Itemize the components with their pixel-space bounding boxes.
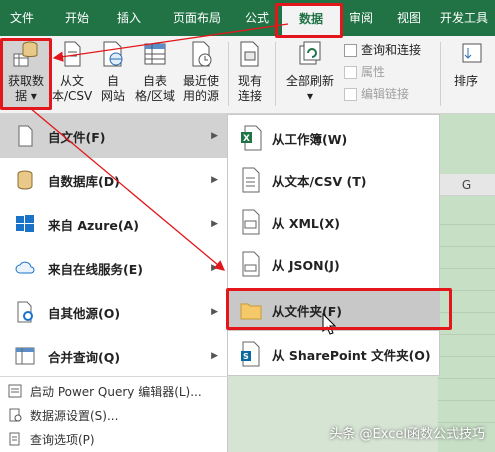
submenu-item-workbook[interactable]: X 从工作簿(W) [228,117,439,159]
row-line [438,268,495,269]
tab-file[interactable]: 文件 [0,0,44,36]
options-icon [9,432,20,446]
xml-file-icon [242,209,260,235]
table-icon [144,43,166,65]
from-text-csv-button[interactable]: 从文 本/CSV [52,40,92,104]
highlight-get-data [0,38,52,110]
tab-page-layout[interactable]: 页面布局 [162,0,232,36]
menu-item-from-azure[interactable]: 来自 Azure(A) ▶ [0,202,228,246]
svg-text:X: X [243,134,250,144]
other-source-icon [17,301,33,323]
submenu-item-json[interactable]: 从 JSON(J) [228,243,439,285]
highlight-from-folder [226,288,452,330]
edit-links-button[interactable]: 编辑链接 [344,86,409,102]
row-line [438,224,495,225]
from-file-submenu: X 从工作簿(W) 从文本/CSV (T) 从 XML(X) 从 JSON(J)… [227,114,440,376]
tab-view[interactable]: 视图 [386,0,432,36]
from-web-button[interactable]: 自 网站 [94,40,132,104]
excel-workbook-icon: X [241,125,262,151]
queries-icon [344,43,357,57]
menu-item-other-sources[interactable]: 自其他源(O) ▶ [0,290,228,334]
database-icon [17,170,33,190]
menu-item-online-services[interactable]: 来自在线服务(E) ▶ [0,246,228,290]
settings-icon [9,408,22,422]
queries-connections-button[interactable]: 查询和连接 [344,42,421,58]
submenu-arrow-icon: ▶ [211,175,218,185]
menu-item-launch-power-query[interactable]: 启动 Power Query 编辑器(L)... [0,380,228,402]
tab-review[interactable]: 审阅 [340,0,382,36]
tab-developer[interactable]: 开发工具 [440,0,495,36]
submenu-arrow-icon: ▶ [211,263,218,273]
ribbon-separator [228,42,229,106]
row-line [438,356,495,357]
menu-divider [0,376,228,377]
tab-home[interactable]: 开始 [52,0,102,36]
submenu-arrow-icon: ▶ [211,131,218,141]
from-table-range-button[interactable]: 自表 格/区域 [134,40,176,104]
windows-icon [16,215,34,232]
row-line [438,378,495,379]
ribbon-tab-bar: 文件 开始 插入 页面布局 公式 数据 审阅 视图 开发工具 [0,0,495,36]
menu-item-data-source-settings[interactable]: 数据源设置(S)... [0,404,228,426]
refresh-icon [299,41,321,65]
submenu-item-xml[interactable]: 从 XML(X) [228,201,439,243]
edit-links-icon [344,87,357,101]
submenu-arrow-icon: ▶ [211,219,218,229]
properties-button[interactable]: 属性 [344,64,385,80]
json-file-icon [242,251,260,277]
row-line [438,400,495,401]
submenu-item-sharepoint-folder[interactable]: S 从 SharePoint 文件夹(O) [228,333,439,375]
submenu-item-text-csv[interactable]: 从文本/CSV (T) [228,159,439,201]
watermark: 头条 @Excel函数公式技巧 [329,427,485,442]
refresh-all-button[interactable]: 全部刷新 ▾ [280,40,340,104]
web-icon [103,41,123,67]
menu-item-from-database[interactable]: 自数据库(D) ▶ [0,158,228,202]
submenu-arrow-icon: ▶ [211,351,218,361]
worksheet-grid[interactable]: G [438,114,495,452]
menu-item-from-file[interactable]: 自文件(F) ▶ [0,114,228,158]
existing-connections-button[interactable]: 现有 连接 [232,40,268,104]
tab-insert[interactable]: 插入 [104,0,154,36]
text-file-icon [64,41,81,67]
ribbon-separator [275,42,276,106]
column-header-g[interactable]: G [438,174,495,196]
cloud-icon [15,261,35,274]
sort-button[interactable]: 排序 [448,40,495,89]
data-ribbon: 获取数 据 ▾ 从文 本/CSV 自 网站 自表 格/区域 最近使 用的源 现有… [0,36,495,114]
recent-sources-button[interactable]: 最近使 用的源 [178,40,224,104]
highlight-data-tab [275,3,343,38]
menu-item-query-options[interactable]: 查询选项(P) [0,428,228,450]
properties-icon [344,65,357,79]
menu-item-combine-queries[interactable]: 合并查询(Q) ▶ [0,334,228,378]
sort-icon [462,43,481,63]
text-file-icon [242,167,260,193]
row-line [438,246,495,247]
sharepoint-icon: S [241,341,260,367]
submenu-arrow-icon: ▶ [211,307,218,317]
power-query-icon [8,384,22,398]
ribbon-separator [440,42,441,106]
connections-icon [240,41,259,67]
svg-text:S: S [243,352,249,361]
get-data-menu: 自文件(F) ▶ 自数据库(D) ▶ 来自 Azure(A) ▶ 来自在线服务(… [0,114,228,452]
row-line [438,334,495,335]
recent-sources-icon [192,41,212,67]
file-icon [18,125,33,147]
merge-icon [15,347,35,365]
